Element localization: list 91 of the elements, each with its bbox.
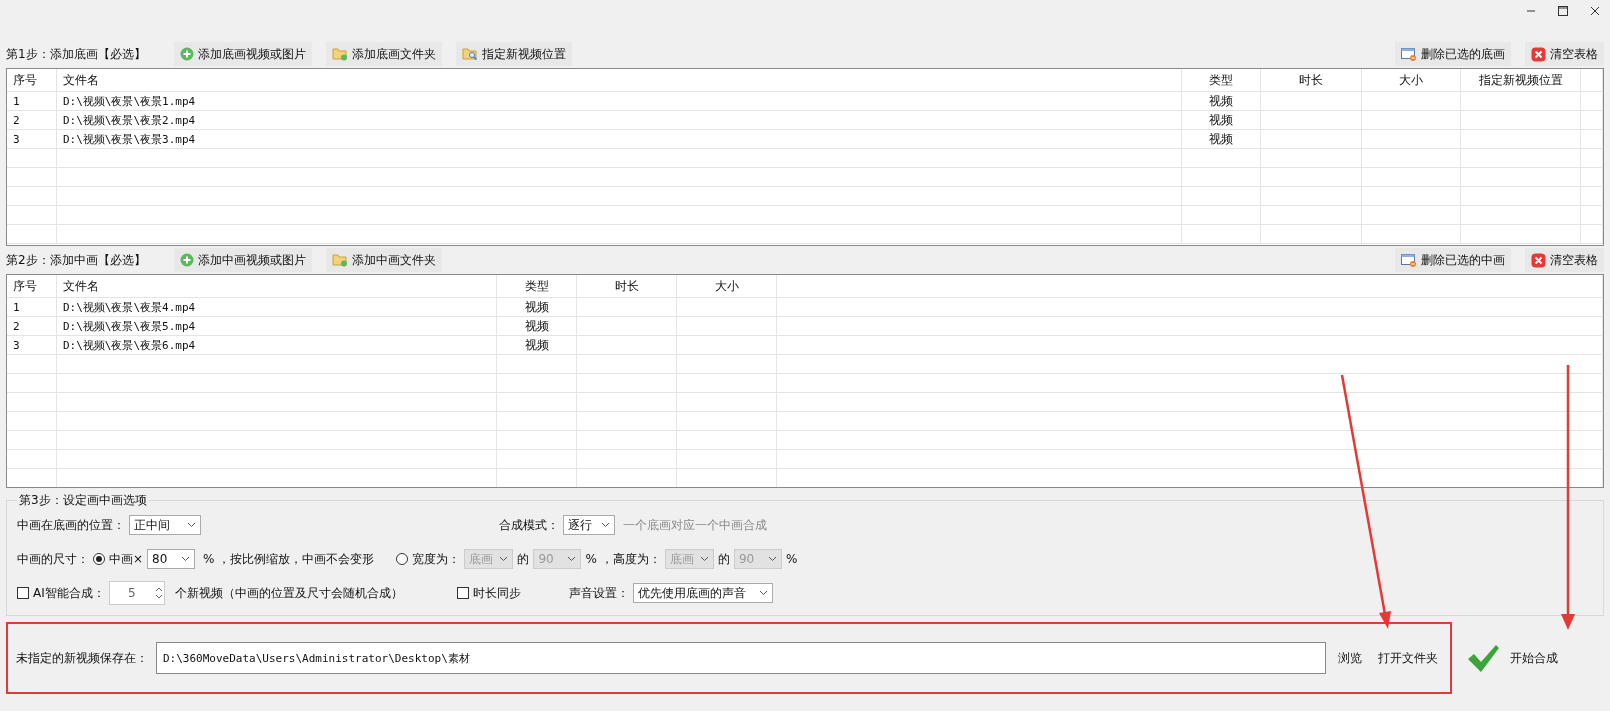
field-label: 中画的尺寸： (17, 550, 89, 568)
toolbar-button[interactable]: 清空表格 (1525, 248, 1604, 272)
dropdown[interactable]: 正中间 (129, 515, 201, 535)
column-header: 时长 (577, 275, 677, 297)
toolbar-button[interactable]: 删除已选的底画 (1395, 42, 1511, 66)
path-field[interactable]: D:\360MoveData\Users\Administrator\Desktop\素材 (156, 642, 1326, 674)
caret-icon (187, 522, 196, 528)
unit-text: % (585, 552, 597, 566)
radio-label: 中画× (109, 550, 144, 568)
column-header: 序号 (7, 69, 57, 91)
checkbox-label: AI智能合成： (33, 584, 105, 602)
toolbar-button[interactable]: 指定新视频位置 (455, 42, 572, 66)
maximize-icon[interactable] (1558, 6, 1568, 16)
checkbox[interactable] (17, 587, 29, 599)
plus-circle-icon (179, 253, 194, 267)
column-header: 时长 (1261, 69, 1362, 91)
close-icon[interactable] (1590, 6, 1600, 16)
table-cell: 3 (7, 336, 57, 354)
table-cell: D:\视频\夜景\夜景6.mp4 (57, 336, 497, 354)
window-minus-icon (1401, 252, 1417, 268)
table-cell: D:\视频\夜景\夜景2.mp4 (57, 111, 1182, 129)
column-header: 指定新视频位置 (1461, 69, 1581, 91)
checkmark-icon (1466, 643, 1500, 673)
caret-icon (181, 556, 191, 562)
field-label: 的 (517, 550, 530, 568)
group-title: 第3步：设定画中画选项 (18, 492, 148, 509)
caret-icon (758, 590, 768, 596)
column-header: 文件名 (57, 275, 497, 297)
column-header: 大小 (677, 275, 777, 297)
field-label: 未指定的新视频保存在： (16, 649, 148, 667)
toolbar-button[interactable]: 清空表格 (1525, 42, 1604, 66)
number-spinner[interactable]: 5 (108, 581, 165, 605)
hint-text: 一个底画对应一个中画合成 (623, 516, 767, 534)
table-cell: 视频 (1182, 130, 1261, 148)
toolbar-button[interactable]: 添加底画视频或图片 (173, 42, 312, 66)
table-cell: D:\视频\夜景\夜景3.mp4 (57, 130, 1182, 148)
plus-circle-icon (179, 47, 194, 61)
browse-button[interactable]: 浏览 (1334, 645, 1366, 671)
column-header: 类型 (1182, 69, 1261, 91)
caret-icon (601, 522, 610, 528)
table-cell: D:\视频\夜景\夜景1.mp4 (57, 92, 1182, 110)
table-cell: 视频 (1182, 111, 1261, 129)
unit-text: % (203, 552, 215, 566)
table-cell: 视频 (497, 317, 577, 335)
note-text: ，按比例缩放，中画不会变形 (218, 550, 375, 568)
caret-icon (499, 556, 509, 562)
table-cell: 1 (7, 92, 57, 110)
toolbar-button[interactable]: 添加底画文件夹 (325, 42, 442, 66)
step-title: 第1步：添加底画【必选】 (6, 45, 146, 63)
table-cell: 视频 (497, 298, 577, 316)
folder-plus-icon (331, 47, 348, 61)
field-label: 中画在底画的位置： (17, 516, 125, 534)
open-folder-button[interactable]: 打开文件夹 (1374, 645, 1442, 671)
caret-icon (567, 556, 577, 562)
caret-icon (699, 556, 709, 562)
close-icon (1531, 252, 1546, 268)
radio-button[interactable] (93, 553, 105, 565)
window-minus-icon (1401, 46, 1417, 62)
radio-label: 宽度为： (412, 550, 461, 568)
folder-plus-icon (331, 253, 348, 267)
field-label: 的 (717, 550, 730, 568)
close-icon (1531, 46, 1546, 62)
column-header: 类型 (497, 275, 577, 297)
table-cell: 视频 (497, 336, 577, 354)
table-cell: 1 (7, 298, 57, 316)
table-cell: 2 (7, 317, 57, 335)
unit-text: % (785, 552, 798, 566)
column-header: 序号 (7, 275, 57, 297)
checkbox[interactable] (456, 587, 469, 599)
caret-icon (767, 556, 777, 562)
note-text: 个新视频（中画的位置及尺寸会随机合成） (174, 584, 403, 602)
toolbar-button[interactable]: 添加中画视频或图片 (173, 248, 312, 272)
table-cell: 3 (7, 130, 57, 148)
dropdown[interactable]: 80 (147, 549, 196, 569)
toolbar-button[interactable]: 添加中画文件夹 (325, 248, 442, 272)
table-cell: D:\视频\夜景\夜景4.mp4 (57, 298, 497, 316)
field-label: ，高度为： (600, 550, 661, 568)
start-button[interactable]: 开始合成 (1462, 639, 1562, 677)
folder-search-icon (461, 47, 478, 61)
table-cell: D:\视频\夜景\夜景5.mp4 (57, 317, 497, 335)
field-label: 声音设置： (568, 584, 629, 602)
toolbar-button[interactable]: 删除已选的中画 (1395, 248, 1511, 272)
field-label: 合成模式： (499, 516, 559, 534)
step-title: 第2步：添加中画【必选】 (6, 251, 146, 269)
table-cell: 视频 (1182, 92, 1261, 110)
checkbox-label: 时长同步 (472, 584, 521, 602)
column-header: 文件名 (57, 69, 1182, 91)
column-header: 大小 (1362, 69, 1461, 91)
dropdown[interactable]: 逐行 (563, 515, 615, 535)
table-cell: 2 (7, 111, 57, 129)
dropdown[interactable]: 优先使用底画的声音 (632, 583, 773, 603)
